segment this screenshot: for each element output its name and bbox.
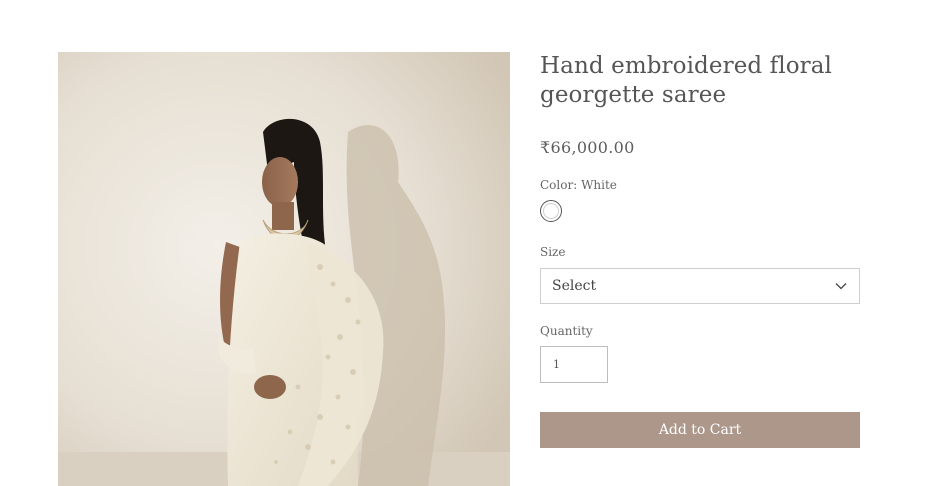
product-image [58, 52, 510, 486]
product-page: Hand embroidered floral georgette saree … [0, 0, 950, 486]
quantity-input[interactable] [540, 346, 608, 383]
product-title-line2: georgette saree [540, 82, 727, 108]
size-dropdown[interactable]: Select [540, 268, 860, 304]
size-dropdown-value: Select [552, 278, 597, 294]
product-title: Hand embroidered floral georgette saree [540, 52, 860, 110]
size-label: Size [540, 245, 566, 259]
color-label: Color: White [540, 178, 617, 192]
color-swatch-white[interactable] [540, 200, 562, 222]
product-title-line1: Hand embroidered floral [540, 53, 833, 79]
product-info: Hand embroidered floral georgette saree … [540, 52, 860, 448]
quantity-label: Quantity [540, 324, 593, 338]
add-to-cart-button[interactable]: Add to Cart [540, 412, 860, 448]
product-price: ₹66,000.00 [540, 138, 635, 157]
chevron-down-icon [835, 282, 847, 290]
